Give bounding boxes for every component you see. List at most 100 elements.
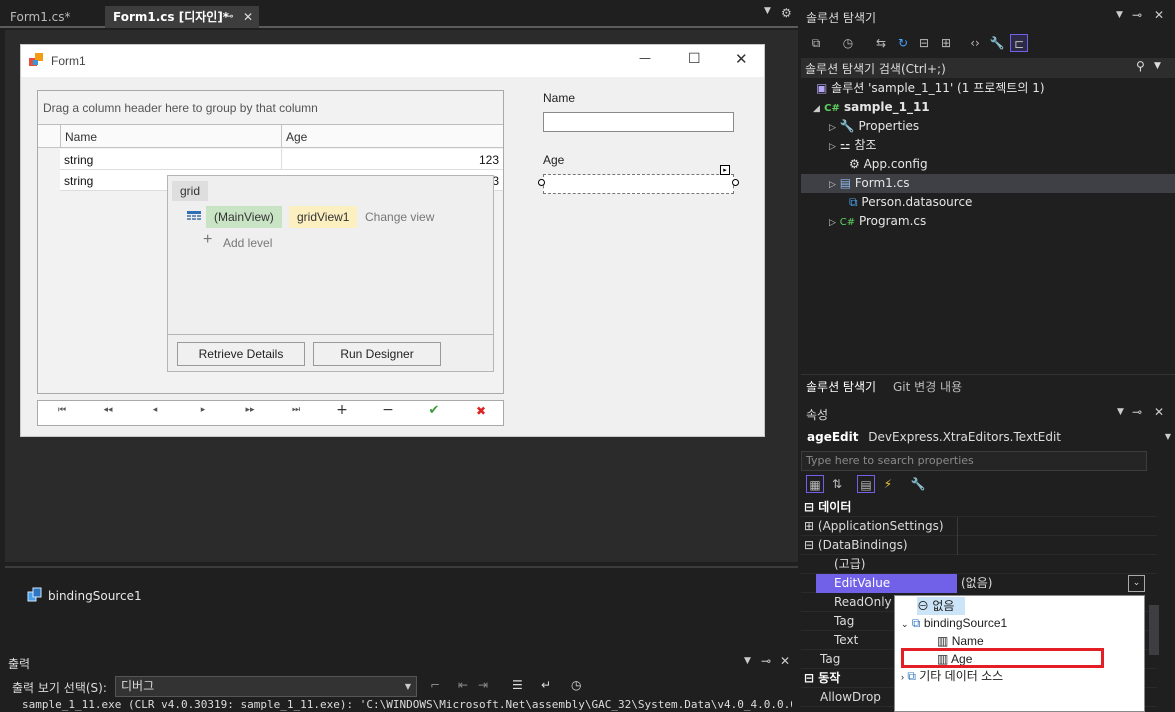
expand-icon[interactable]: ⌄ [901, 619, 909, 629]
collapse-icon[interactable]: ⊟ [915, 34, 933, 52]
dropdown-icon[interactable]: ▼ [744, 656, 751, 666]
age-textbox[interactable] [543, 174, 734, 194]
column-header-age[interactable]: Age [286, 130, 307, 144]
first-record-icon[interactable]: ⏮ [52, 405, 72, 421]
main-view-chip[interactable]: (MainView) [206, 206, 282, 228]
dropdown-icon[interactable]: ▼ [1116, 10, 1123, 20]
tab-form1-cs[interactable]: Form1.cs* [2, 6, 105, 28]
tab-solution-explorer[interactable]: 솔루션 탐색기 [806, 378, 876, 395]
cell-age[interactable]: 123 [479, 153, 499, 167]
expand-icon[interactable]: ▷ [829, 123, 836, 133]
maximize-icon[interactable]: ☐ [688, 51, 701, 67]
pin-icon[interactable]: ⊸ [761, 654, 771, 668]
remove-icon[interactable]: − [378, 402, 398, 418]
pin-icon[interactable]: ⊸ [1132, 405, 1142, 419]
dropdown-item-bindingsource[interactable]: ⌄ ⧉ bindingSource1 [901, 614, 1007, 632]
gear-icon[interactable]: ⚙ [781, 6, 792, 20]
tab-form1-designer[interactable]: Form1.cs [디자인]* ⊸ ✕ [105, 6, 259, 28]
show-all-icon[interactable]: ⊞ [937, 34, 955, 52]
cancel-edit-icon[interactable]: ✖ [471, 404, 491, 420]
tree-item-program[interactable]: ▷ C# Program.cs [829, 212, 926, 231]
preview-icon[interactable]: ⊏ [1010, 34, 1028, 52]
word-wrap-icon[interactable]: ↵ [541, 678, 551, 692]
tree-item-form1[interactable]: ▷ ▤ Form1.cs [801, 174, 1175, 193]
name-textbox[interactable] [543, 112, 734, 132]
grid-view-chip[interactable]: gridView1 [289, 206, 358, 228]
dropdown-item-other-sources[interactable]: › ⧉ 기타 데이터 소스 [901, 667, 1003, 685]
close-icon[interactable]: ✕ [1154, 405, 1164, 419]
expand-icon[interactable]: ▷ [829, 218, 836, 228]
tree-item-appconfig[interactable]: ⚙ App.config [849, 155, 928, 174]
vs-icon[interactable]: ⧉ [807, 34, 825, 52]
cell-name[interactable]: string [64, 153, 93, 167]
append-icon[interactable]: + [332, 402, 352, 418]
properties-view-icon[interactable]: ▤ [857, 475, 875, 493]
category-data[interactable]: ⊟ 데이터 [801, 498, 1157, 517]
events-icon[interactable]: ⚡ [879, 475, 897, 493]
alphabetical-icon[interactable]: ⇅ [828, 475, 846, 493]
wrench-icon[interactable]: 🔧 [988, 34, 1006, 52]
collapse-icon[interactable]: ⊟ [804, 500, 814, 514]
chevron-down-icon[interactable]: ⌄ [1128, 575, 1145, 592]
next-page-icon[interactable]: ▸▸ [240, 405, 260, 421]
prev-page-icon[interactable]: ◂◂ [98, 405, 118, 421]
clear-all-icon[interactable]: ☰ [512, 678, 523, 692]
tree-item-properties[interactable]: ▷ 🔧 Properties [829, 117, 919, 136]
cell-name[interactable]: string [64, 174, 93, 188]
retrieve-details-button[interactable]: Retrieve Details [177, 342, 305, 366]
sync-icon[interactable]: ⇆ [872, 34, 890, 52]
tree-item-datasource[interactable]: ⧉ Person.datasource [849, 193, 972, 212]
expand-icon[interactable]: ▷ [829, 142, 836, 152]
next-message-icon[interactable]: ⇥ [478, 678, 488, 692]
close-icon[interactable]: ✕ [1154, 8, 1164, 22]
object-selector[interactable]: ageEdit DevExpress.XtraEditors.TextEdit … [801, 426, 1175, 448]
column-header-name[interactable]: Name [65, 130, 97, 144]
tree-item-references[interactable]: ▷ ⚍ 참조 [829, 136, 876, 155]
property-search-input[interactable]: Type here to search properties [801, 451, 1147, 471]
property-row[interactable]: (고급) [801, 555, 1157, 574]
prev-record-icon[interactable]: ◂ [145, 405, 165, 421]
dropdown-icon[interactable]: ▼ [1154, 61, 1161, 71]
tree-solution[interactable]: ▣ 솔루션 'sample_1_11' (1 프로젝트의 1) [816, 79, 1045, 98]
run-designer-button[interactable]: Run Designer [313, 342, 441, 366]
binding-source-label[interactable]: bindingSource1 [48, 589, 142, 603]
expand-icon[interactable]: ◢ [813, 104, 820, 114]
property-row[interactable]: ⊞ (ApplicationSettings) [801, 517, 1157, 536]
tab-dropdown-icon[interactable]: ▼ [764, 6, 771, 16]
form-close-icon[interactable]: ✕ [735, 50, 748, 68]
close-icon[interactable]: ✕ [243, 6, 253, 28]
change-view-link[interactable]: Change view [365, 210, 434, 224]
smart-tag-icon[interactable]: ▸ [720, 165, 730, 175]
close-icon[interactable]: ✕ [780, 654, 790, 668]
tree-project[interactable]: ◢ C# sample_1_11 [813, 98, 930, 117]
prev-message-icon[interactable]: ⇤ [458, 678, 468, 692]
end-edit-icon[interactable]: ✔ [424, 403, 444, 419]
scrollbar-thumb[interactable] [1149, 605, 1159, 655]
expand-icon[interactable]: ▷ [829, 180, 836, 190]
expand-icon[interactable]: › [901, 672, 904, 682]
output-source-select[interactable]: 디버그 ▼ [115, 676, 417, 697]
add-level-link[interactable]: Add level [223, 236, 272, 250]
resize-handle[interactable] [732, 179, 739, 186]
refresh-icon[interactable]: ↻ [894, 34, 912, 52]
resize-handle[interactable] [538, 179, 545, 186]
last-record-icon[interactable]: ⏭ [286, 405, 306, 421]
solution-search-box[interactable]: 솔루션 탐색기 검색(Ctrl+;) ⚲ ▼ [801, 58, 1175, 78]
table-row[interactable]: string 123 [60, 149, 503, 170]
code-icon[interactable]: ‹› [966, 34, 984, 52]
timestamp-icon[interactable]: ◷ [571, 678, 581, 692]
form1-window[interactable]: Form1 — ☐ ✕ Drag a column header here to… [20, 44, 765, 437]
find-icon[interactable]: ⌐ [430, 678, 440, 692]
minimize-icon[interactable]: — [639, 51, 651, 65]
expand-icon[interactable]: ⊞ [804, 519, 814, 533]
dropdown-item-none[interactable]: ⊖ 없음 [917, 597, 965, 615]
collapse-icon[interactable]: ⊟ [804, 538, 814, 552]
property-row[interactable]: ⊟ (DataBindings) [801, 536, 1157, 555]
pin-icon[interactable]: ⊸ [226, 6, 234, 28]
tab-git-changes[interactable]: Git 변경 내용 [893, 378, 962, 395]
dropdown-icon[interactable]: ▼ [1117, 407, 1124, 417]
next-record-icon[interactable]: ▸ [193, 405, 213, 421]
categorized-icon[interactable]: ▦ [806, 475, 824, 493]
property-row-editvalue[interactable]: EditValue (없음) ⌄ [801, 574, 1157, 593]
property-pages-icon[interactable]: 🔧 [909, 475, 927, 493]
